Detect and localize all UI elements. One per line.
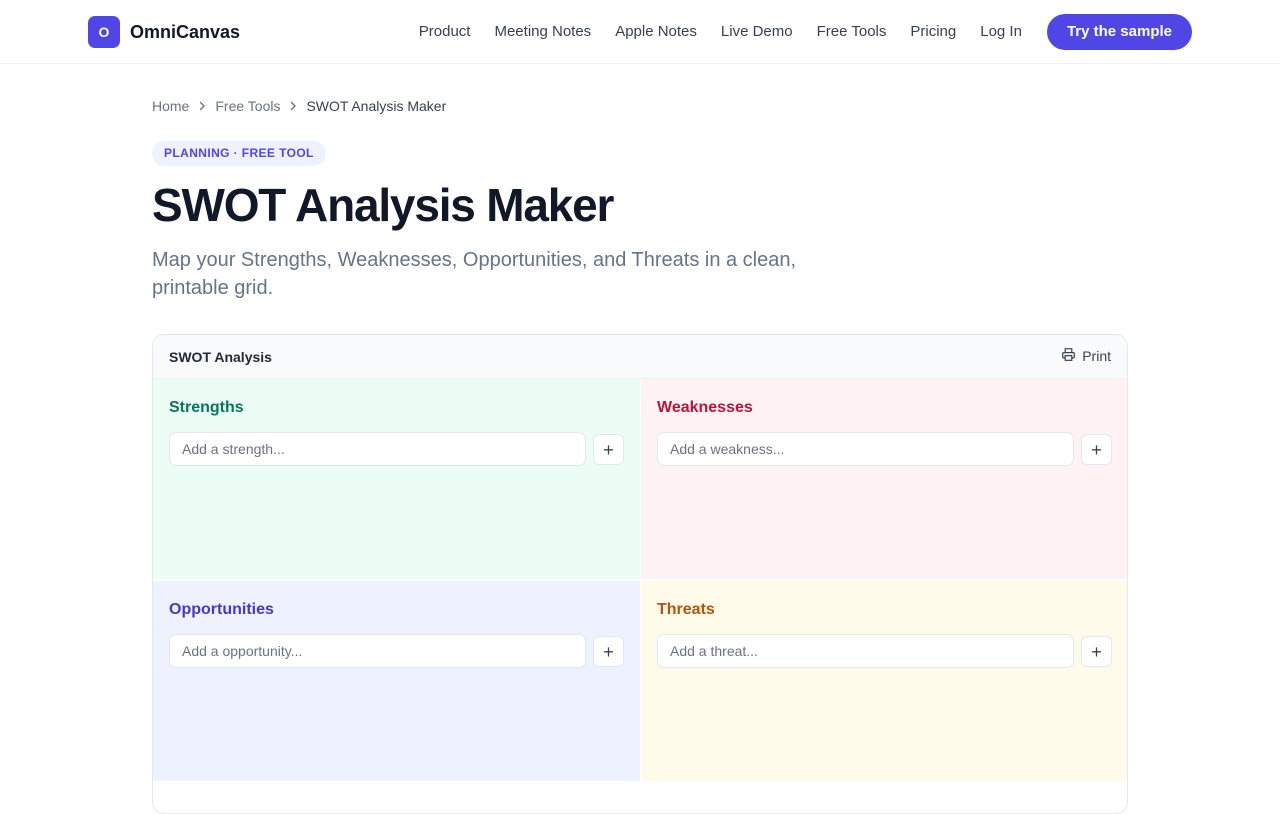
add-threat-button[interactable]: + [1081, 636, 1112, 667]
breadcrumb-current: SWOT Analysis Maker [306, 98, 447, 114]
plus-icon: + [1091, 641, 1102, 662]
nav-log-in[interactable]: Log In [980, 14, 1022, 50]
add-opportunity-button[interactable]: + [593, 636, 624, 667]
nav-product[interactable]: Product [419, 14, 471, 50]
page-title: SWOT Analysis Maker [152, 179, 614, 231]
add-weakness-button[interactable]: + [1081, 434, 1112, 465]
quadrant-title: Weaknesses [657, 399, 753, 416]
plus-icon: + [1091, 439, 1102, 460]
plus-icon: + [603, 439, 614, 460]
quadrant-title: Threats [657, 601, 715, 618]
strength-input[interactable] [169, 432, 586, 466]
quadrant-title: Strengths [169, 399, 244, 416]
opportunity-input[interactable] [169, 634, 586, 668]
logo-text: OmniCanvas [130, 21, 241, 42]
quadrant-title: Opportunities [169, 601, 274, 618]
quadrant-weaknesses: Weaknesses + [641, 379, 1127, 579]
quadrant-strengths: Strengths + [153, 379, 640, 579]
nav-apple-notes[interactable]: Apple Notes [615, 14, 697, 50]
breadcrumb-home[interactable]: Home [152, 98, 189, 114]
threat-input[interactable] [657, 634, 1074, 668]
swot-grid: Strengths + Weaknesses + Opportunities +… [153, 379, 1127, 781]
category-tag: PLANNING · FREE TOOL [152, 141, 326, 166]
printer-icon [1061, 347, 1076, 365]
plus-icon: + [603, 641, 614, 662]
quadrant-threats: Threats + [641, 581, 1127, 781]
logo-mark: O [88, 16, 120, 48]
main-nav: Product Meeting Notes Apple Notes Live D… [395, 14, 1192, 50]
breadcrumb-free-tools[interactable]: Free Tools [215, 98, 280, 114]
page-subtitle: Map your Strengths, Weaknesses, Opportun… [152, 249, 797, 299]
try-sample-button[interactable]: Try the sample [1046, 14, 1192, 50]
nav-meeting-notes[interactable]: Meeting Notes [494, 14, 591, 50]
nav-pricing[interactable]: Pricing [910, 14, 956, 50]
print-label: Print [1082, 348, 1111, 364]
nav-free-tools[interactable]: Free Tools [817, 14, 887, 50]
chevron-right-icon [189, 100, 215, 112]
logo[interactable]: O OmniCanvas [88, 16, 240, 48]
chevron-right-icon [280, 100, 306, 112]
breadcrumb: Home Free Tools SWOT Analysis Maker [152, 96, 446, 116]
swot-card-header: SWOT Analysis Print [153, 335, 1127, 379]
quadrant-opportunities: Opportunities + [153, 581, 640, 781]
swot-card: SWOT Analysis Print Strengths + Weakness… [152, 334, 1128, 814]
add-strength-button[interactable]: + [593, 434, 624, 465]
swot-card-title: SWOT Analysis [169, 349, 272, 365]
site-header: O OmniCanvas Product Meeting Notes Apple… [0, 0, 1280, 64]
nav-live-demo[interactable]: Live Demo [721, 14, 793, 50]
weakness-input[interactable] [657, 432, 1074, 466]
print-button[interactable]: Print [1061, 347, 1111, 365]
